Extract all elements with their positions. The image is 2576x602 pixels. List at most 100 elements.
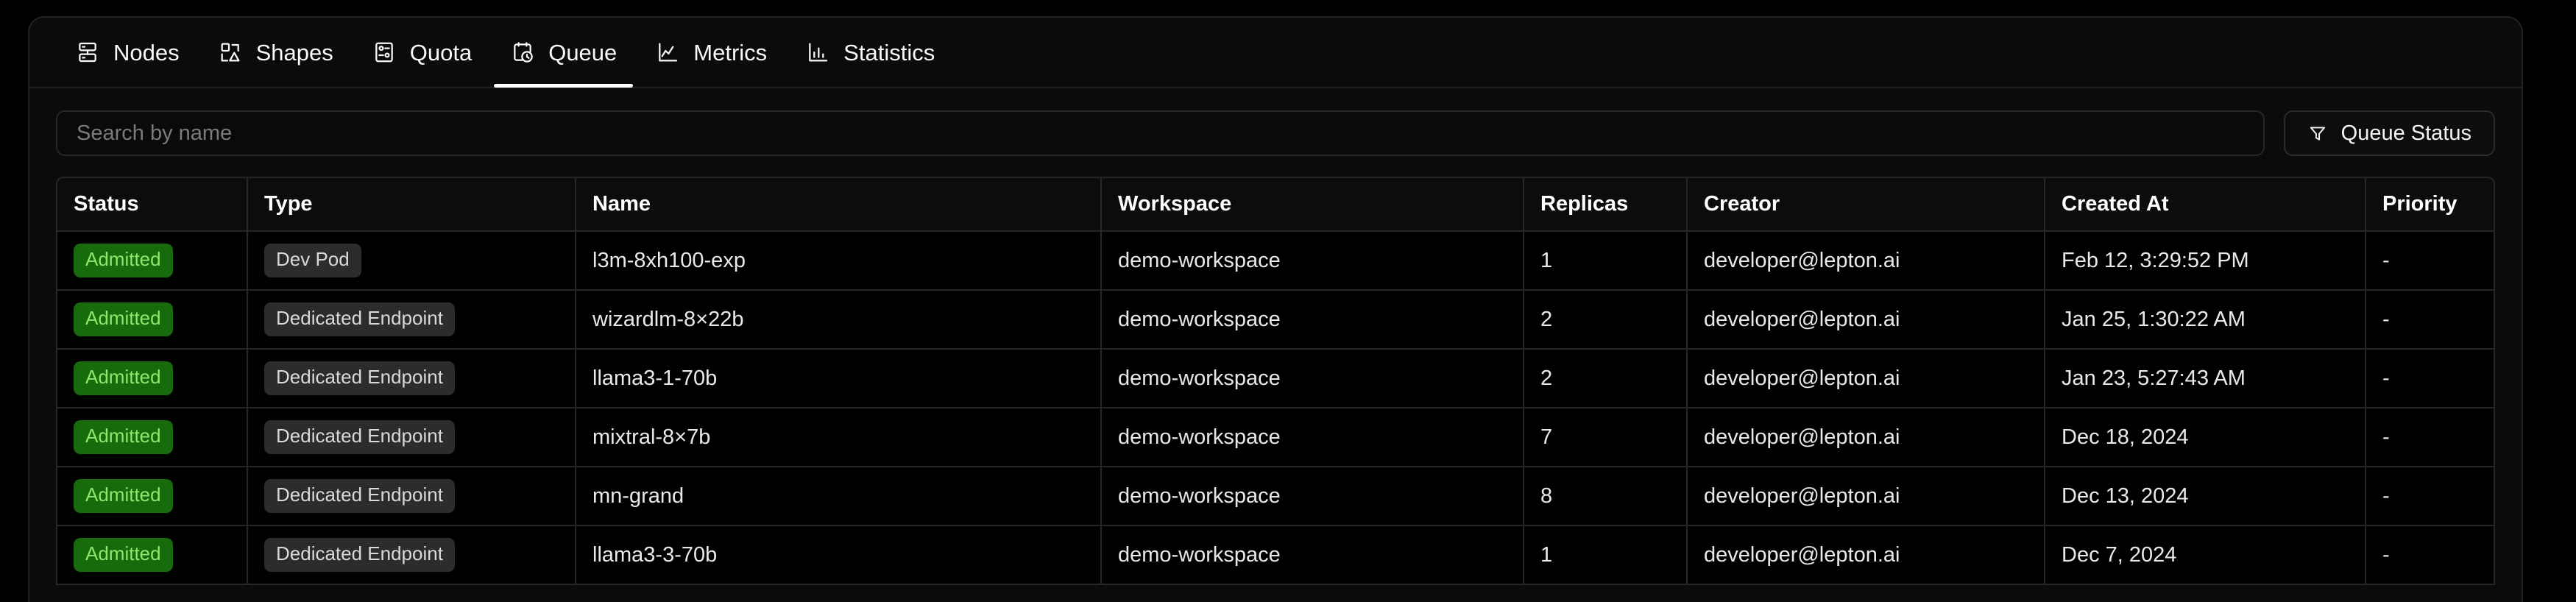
tab-queue[interactable]: Queue bbox=[491, 18, 636, 88]
status-badge: Admitted bbox=[74, 302, 173, 336]
tab-label: Queue bbox=[548, 39, 618, 65]
panel-tabbar: Nodes Shapes Quota Queue Metrics Statist… bbox=[29, 18, 2522, 88]
cell-created-at: Jan 23, 5:27:43 AM bbox=[2045, 349, 2366, 408]
cell-priority: - bbox=[2366, 408, 2494, 467]
app-root: Nodes Shapes Quota Queue Metrics Statist… bbox=[0, 0, 2576, 602]
queue-table-head: Status Type Name Workspace Replicas Crea… bbox=[57, 178, 2494, 232]
type-badge: Dedicated Endpoint bbox=[264, 361, 455, 395]
column-header-type[interactable]: Type bbox=[247, 178, 576, 232]
cell-status: Admitted bbox=[57, 290, 248, 350]
queue-table: Status Type Name Workspace Replicas Crea… bbox=[57, 178, 2494, 585]
status-badge: Admitted bbox=[74, 244, 173, 277]
column-header-priority[interactable]: Priority bbox=[2366, 178, 2494, 232]
cell-workspace: demo-workspace bbox=[1101, 290, 1524, 350]
cell-replicas: 2 bbox=[1524, 290, 1688, 350]
cell-workspace: demo-workspace bbox=[1101, 408, 1524, 467]
table-row[interactable]: Admitted Dev Pod l3m-8xh100-exp demo-wor… bbox=[57, 231, 2494, 291]
cell-creator: developer@lepton.ai bbox=[1687, 467, 2045, 526]
cell-workspace: demo-workspace bbox=[1101, 525, 1524, 585]
cell-type: Dedicated Endpoint bbox=[247, 349, 576, 408]
cell-created-at: Dec 13, 2024 bbox=[2045, 467, 2366, 526]
cell-replicas: 2 bbox=[1524, 349, 1688, 408]
table-header-row: Status Type Name Workspace Replicas Crea… bbox=[57, 178, 2494, 232]
cell-status: Admitted bbox=[57, 525, 248, 585]
type-badge: Dedicated Endpoint bbox=[264, 420, 455, 454]
cell-type: Dev Pod bbox=[247, 231, 576, 291]
cell-replicas: 1 bbox=[1524, 525, 1688, 585]
quota-card-icon bbox=[372, 40, 397, 65]
tab-nodes[interactable]: Nodes bbox=[56, 18, 199, 88]
line-chart-icon bbox=[655, 40, 680, 65]
column-header-replicas[interactable]: Replicas bbox=[1524, 178, 1688, 232]
tab-label: Nodes bbox=[113, 39, 180, 65]
calendar-clock-icon bbox=[510, 40, 535, 65]
cell-name[interactable]: wizardlm-8×22b bbox=[576, 290, 1102, 350]
cell-type: Dedicated Endpoint bbox=[247, 467, 576, 526]
tab-label: Shapes bbox=[255, 39, 333, 65]
tab-statistics[interactable]: Statistics bbox=[786, 18, 954, 88]
cell-priority: - bbox=[2366, 467, 2494, 526]
cell-creator: developer@lepton.ai bbox=[1687, 231, 2045, 291]
type-badge: Dedicated Endpoint bbox=[264, 538, 455, 572]
cell-creator: developer@lepton.ai bbox=[1687, 290, 2045, 350]
table-row[interactable]: Admitted Dedicated Endpoint mixtral-8×7b… bbox=[57, 408, 2494, 467]
table-row[interactable]: Admitted Dedicated Endpoint llama3-1-70b… bbox=[57, 349, 2494, 408]
cell-replicas: 7 bbox=[1524, 408, 1688, 467]
column-header-status[interactable]: Status bbox=[57, 178, 248, 232]
cell-replicas: 8 bbox=[1524, 467, 1688, 526]
column-header-workspace[interactable]: Workspace bbox=[1101, 178, 1524, 232]
tab-metrics[interactable]: Metrics bbox=[636, 18, 786, 88]
cell-workspace: demo-workspace bbox=[1101, 467, 1524, 526]
cell-replicas: 1 bbox=[1524, 231, 1688, 291]
cell-workspace: demo-workspace bbox=[1101, 231, 1524, 291]
queue-status-button[interactable]: Queue Status bbox=[2283, 110, 2495, 156]
tab-quota[interactable]: Quota bbox=[353, 18, 491, 88]
cell-type: Dedicated Endpoint bbox=[247, 525, 576, 585]
cell-created-at: Jan 25, 1:30:22 AM bbox=[2045, 290, 2366, 350]
table-row[interactable]: Admitted Dedicated Endpoint llama3-3-70b… bbox=[57, 525, 2494, 585]
cell-status: Admitted bbox=[57, 467, 248, 526]
type-badge: Dedicated Endpoint bbox=[264, 479, 455, 513]
cell-status: Admitted bbox=[57, 231, 248, 291]
queue-panel-card: Nodes Shapes Quota Queue Metrics Statist… bbox=[28, 16, 2523, 602]
type-badge: Dev Pod bbox=[264, 244, 361, 277]
tab-shapes[interactable]: Shapes bbox=[199, 18, 353, 88]
cell-name[interactable]: llama3-3-70b bbox=[576, 525, 1102, 585]
cell-name[interactable]: llama3-1-70b bbox=[576, 349, 1102, 408]
queue-table-wrapper: Status Type Name Workspace Replicas Crea… bbox=[56, 177, 2495, 585]
cell-created-at: Feb 12, 3:29:52 PM bbox=[2045, 231, 2366, 291]
cell-priority: - bbox=[2366, 231, 2494, 291]
cell-name[interactable]: l3m-8xh100-exp bbox=[576, 231, 1102, 291]
cell-creator: developer@lepton.ai bbox=[1687, 408, 2045, 467]
cell-creator: developer@lepton.ai bbox=[1687, 349, 2045, 408]
search-input[interactable] bbox=[77, 121, 2244, 146]
tab-label: Statistics bbox=[843, 39, 935, 65]
cell-type: Dedicated Endpoint bbox=[247, 408, 576, 467]
server-nodes-icon bbox=[75, 40, 100, 65]
status-badge: Admitted bbox=[74, 538, 173, 572]
cell-priority: - bbox=[2366, 525, 2494, 585]
queue-status-button-label: Queue Status bbox=[2340, 121, 2471, 145]
cell-type: Dedicated Endpoint bbox=[247, 290, 576, 350]
filter-funnel-icon bbox=[2307, 123, 2328, 144]
type-badge: Dedicated Endpoint bbox=[264, 302, 455, 336]
cell-status: Admitted bbox=[57, 349, 248, 408]
cell-name[interactable]: mn-grand bbox=[576, 467, 1102, 526]
column-header-name[interactable]: Name bbox=[576, 178, 1102, 232]
table-row[interactable]: Admitted Dedicated Endpoint wizardlm-8×2… bbox=[57, 290, 2494, 350]
tab-label: Quota bbox=[409, 39, 473, 65]
table-row[interactable]: Admitted Dedicated Endpoint mn-grand dem… bbox=[57, 467, 2494, 526]
cell-created-at: Dec 18, 2024 bbox=[2045, 408, 2366, 467]
cell-creator: developer@lepton.ai bbox=[1687, 525, 2045, 585]
status-badge: Admitted bbox=[74, 420, 173, 454]
column-header-created-at[interactable]: Created At bbox=[2045, 178, 2366, 232]
search-field-wrapper[interactable] bbox=[56, 110, 2265, 156]
bar-chart-icon bbox=[805, 40, 830, 65]
cell-priority: - bbox=[2366, 349, 2494, 408]
status-badge: Admitted bbox=[74, 479, 173, 513]
column-header-creator[interactable]: Creator bbox=[1687, 178, 2045, 232]
cell-name[interactable]: mixtral-8×7b bbox=[576, 408, 1102, 467]
tab-label: Metrics bbox=[693, 39, 768, 65]
cell-status: Admitted bbox=[57, 408, 248, 467]
cell-priority: - bbox=[2366, 290, 2494, 350]
